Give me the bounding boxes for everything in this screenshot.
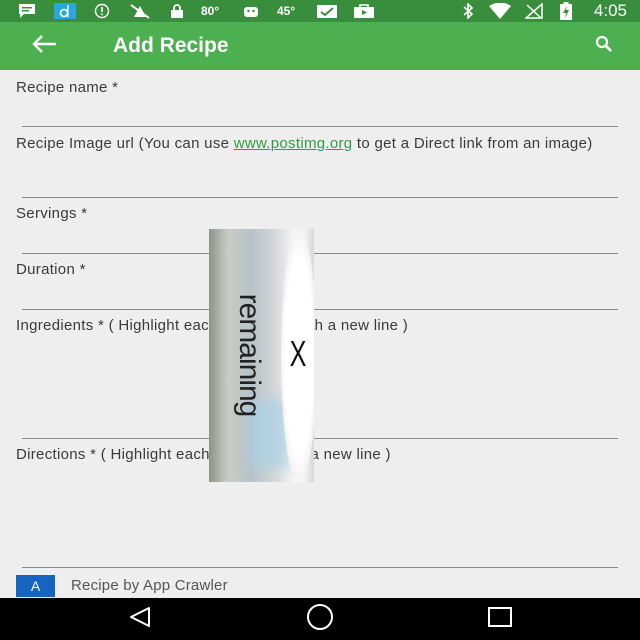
overlay-ad[interactable]: remaining X bbox=[209, 229, 314, 482]
d-app-icon bbox=[54, 3, 76, 19]
image-url-label-pre: Recipe Image url (You can use bbox=[16, 135, 234, 152]
recipe-name-label: Recipe name * bbox=[16, 79, 119, 96]
nav-recents-icon bbox=[487, 606, 513, 633]
nav-recents-button[interactable] bbox=[478, 603, 522, 635]
temperature-2: 45° bbox=[277, 4, 296, 18]
no-signal-icon bbox=[522, 3, 546, 19]
duration-input[interactable] bbox=[22, 283, 618, 310]
image-url-input[interactable] bbox=[22, 171, 618, 198]
app-bar: Add Recipe bbox=[0, 22, 640, 70]
duration-label: Duration * bbox=[16, 261, 86, 278]
ingredients-input[interactable] bbox=[22, 340, 618, 439]
ad-text: remaining bbox=[233, 293, 266, 417]
clock: 4:05 bbox=[593, 1, 627, 20]
search-button[interactable] bbox=[590, 32, 618, 60]
battery-charging-icon bbox=[558, 2, 574, 20]
message-icon bbox=[16, 3, 38, 19]
arrow-back-icon bbox=[31, 34, 57, 59]
play-bag-icon bbox=[352, 3, 376, 19]
directions-label: Directions * ( Highlight each direction … bbox=[16, 446, 391, 463]
wifi-icon bbox=[486, 3, 514, 19]
nav-back-icon bbox=[127, 606, 153, 633]
info-icon bbox=[92, 3, 112, 19]
directions-input[interactable] bbox=[22, 469, 618, 568]
postimg-link[interactable]: www.postimg.org bbox=[234, 135, 353, 152]
navigation-bar bbox=[0, 598, 640, 640]
nav-home-button[interactable] bbox=[298, 603, 342, 635]
status-bar: 80° 45° 4:05 bbox=[0, 0, 640, 22]
nav-home-icon bbox=[305, 602, 335, 637]
search-icon bbox=[594, 34, 614, 59]
back-button[interactable] bbox=[24, 30, 64, 62]
image-url-label-post: to get a Direct link from an image) bbox=[352, 135, 593, 152]
app-crawler-badge: A bbox=[16, 575, 55, 597]
app-crawler-text: Recipe by App Crawler bbox=[71, 577, 228, 594]
image-url-label: Recipe Image url (You can use www.postim… bbox=[16, 136, 631, 151]
servings-label: Servings * bbox=[16, 205, 88, 222]
bluetooth-icon bbox=[458, 3, 478, 19]
android-icon bbox=[240, 3, 262, 19]
nav-back-button[interactable] bbox=[118, 603, 162, 635]
photo-check-icon bbox=[314, 3, 340, 19]
page-title: Add Recipe bbox=[113, 34, 229, 57]
screen: 80° 45° 4:05 Add Recipe Recipe name * Re… bbox=[0, 0, 640, 640]
servings-input[interactable] bbox=[22, 227, 618, 254]
recipe-name-input[interactable] bbox=[22, 100, 618, 127]
temperature-1: 80° bbox=[201, 4, 220, 18]
lock-icon bbox=[168, 3, 186, 19]
ad-close-button[interactable]: X bbox=[287, 334, 309, 374]
fire-off-icon bbox=[126, 3, 154, 19]
